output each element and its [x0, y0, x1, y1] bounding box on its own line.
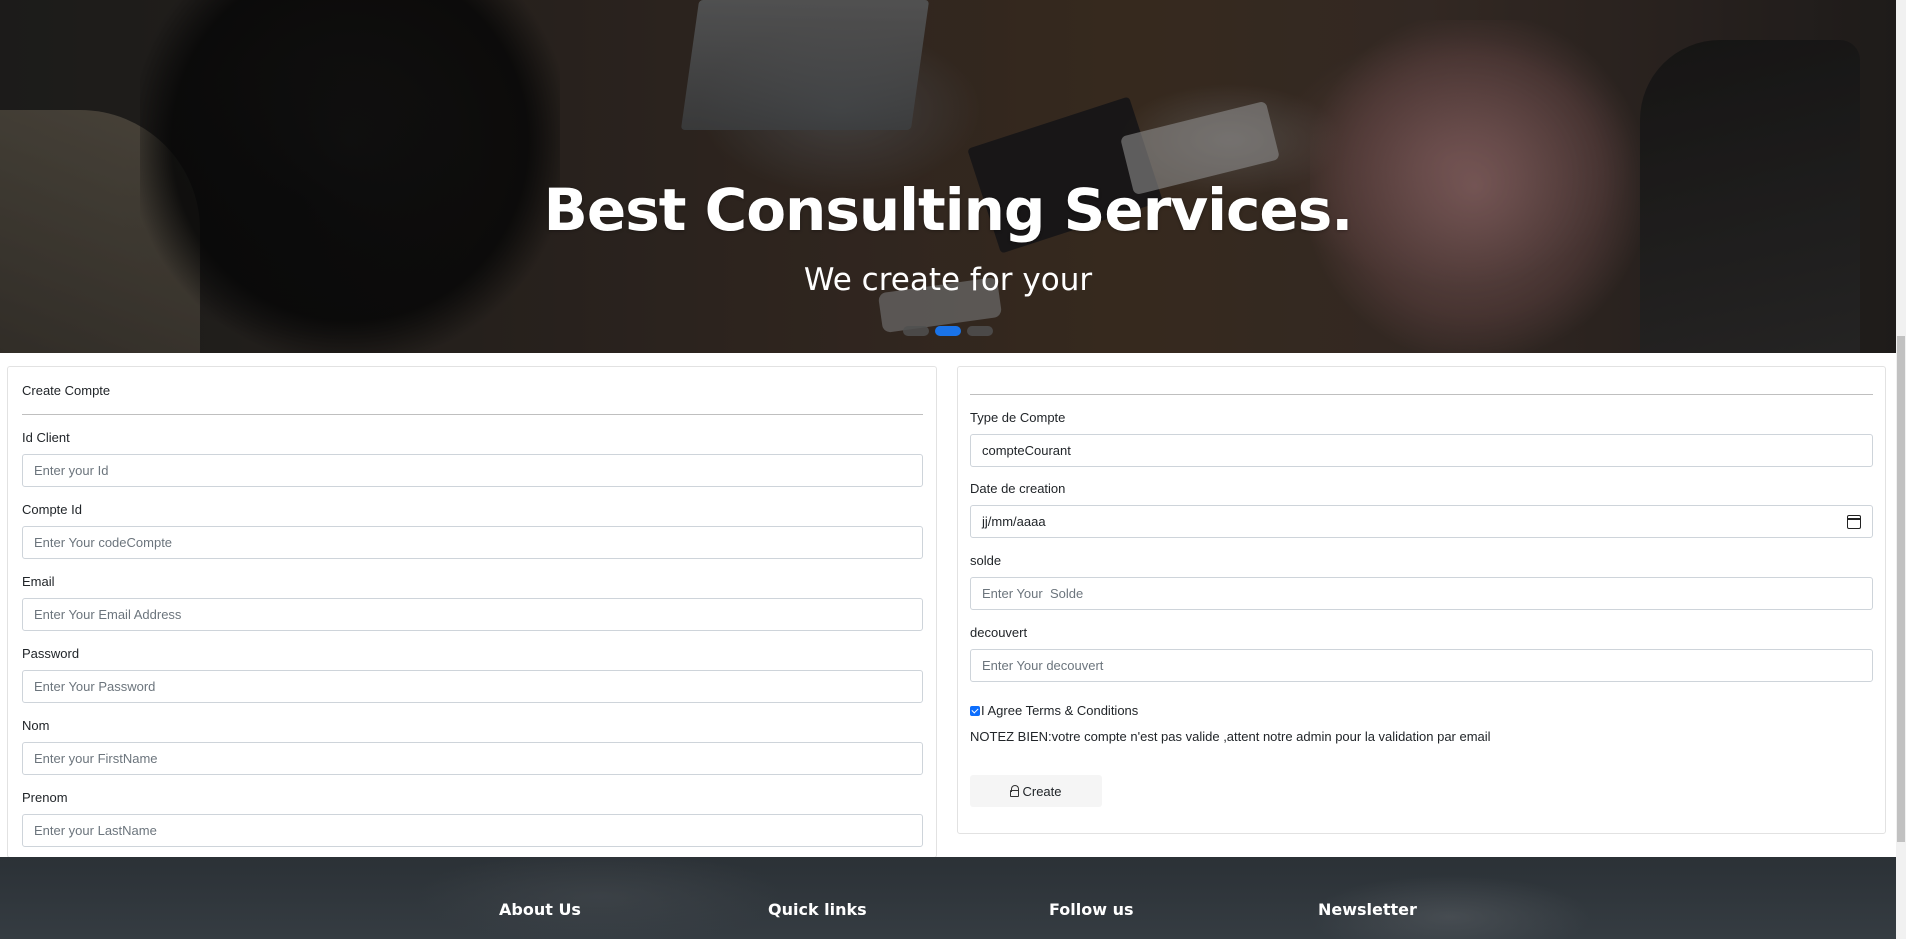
date-creation-input[interactable]: jj/mm/aaaa — [970, 505, 1873, 538]
date-creation-label: Date de creation — [970, 481, 1066, 496]
create-compte-card: Create Compte Id Client Compte Id Email … — [7, 366, 937, 858]
date-creation-value: jj/mm/aaaa — [982, 514, 1046, 529]
card-title: Create Compte — [22, 383, 111, 398]
footer: About Us Quick links Follow us Newslette… — [0, 857, 1896, 939]
carousel-indicators — [0, 326, 1896, 336]
carousel-indicator-1[interactable] — [903, 326, 929, 336]
carousel-indicator-3[interactable] — [967, 326, 993, 336]
nom-input[interactable] — [22, 742, 923, 775]
account-details-card: Type de Compte Date de creation jj/mm/aa… — [957, 366, 1886, 834]
footer-heading-newsletter: Newsletter — [1318, 900, 1417, 919]
hero-carousel: Best Consulting Services. We create for … — [0, 0, 1896, 353]
footer-heading-quick-links: Quick links — [768, 900, 867, 919]
prenom-label: Prenom — [22, 790, 68, 805]
footer-heading-follow: Follow us — [1049, 900, 1134, 919]
create-button-label: Create — [1022, 783, 1062, 799]
page: Best Consulting Services. We create for … — [0, 0, 1906, 939]
email-input[interactable] — [22, 598, 923, 631]
card-divider — [22, 414, 923, 415]
compte-id-input[interactable] — [22, 526, 923, 559]
page-scrollbar[interactable] — [1896, 0, 1906, 939]
scrollbar-thumb[interactable] — [1897, 336, 1905, 842]
email-label: Email — [22, 574, 55, 589]
carousel-indicator-2[interactable] — [935, 326, 961, 336]
hero-subtitle: We create for your — [803, 262, 1093, 298]
prenom-input[interactable] — [22, 814, 923, 847]
id-client-input[interactable] — [22, 454, 923, 487]
type-compte-input[interactable] — [970, 434, 1873, 467]
lock-icon — [1010, 785, 1020, 797]
password-input[interactable] — [22, 670, 923, 703]
card-divider — [970, 394, 1873, 395]
hero-title: Best Consulting Services. — [543, 176, 1354, 244]
password-label: Password — [22, 646, 80, 661]
id-client-label: Id Client — [22, 430, 70, 445]
validation-notice: NOTEZ BIEN:votre compte n'est pas valide… — [970, 729, 1491, 744]
solde-label: solde — [970, 553, 1002, 568]
terms-label[interactable]: I Agree Terms & Conditions — [981, 703, 1138, 718]
terms-checkbox[interactable] — [970, 705, 980, 716]
calendar-icon[interactable] — [1847, 514, 1861, 529]
type-compte-label: Type de Compte — [970, 410, 1066, 425]
decouvert-input[interactable] — [970, 649, 1873, 682]
footer-heading-about: About Us — [499, 900, 581, 919]
solde-input[interactable] — [970, 577, 1873, 610]
decouvert-label: decouvert — [970, 625, 1028, 640]
create-button[interactable]: Create — [970, 775, 1102, 807]
compte-id-label: Compte Id — [22, 502, 82, 517]
terms-row: I Agree Terms & Conditions — [970, 703, 1138, 718]
nom-label: Nom — [22, 718, 50, 733]
